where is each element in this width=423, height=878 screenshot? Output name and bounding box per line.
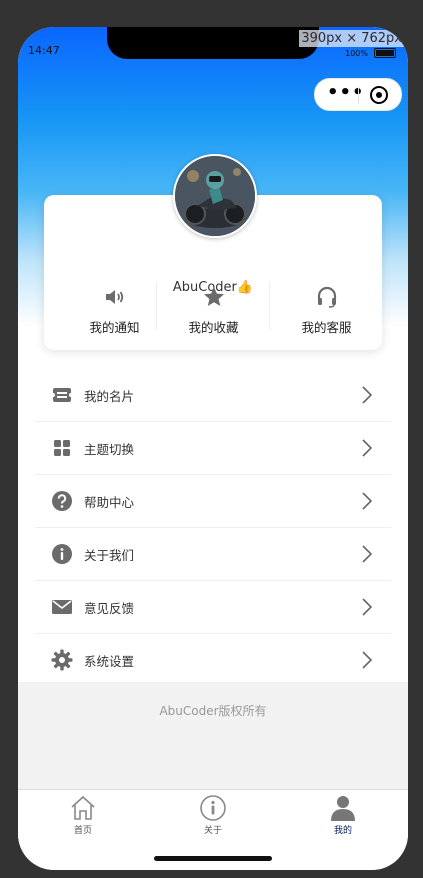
quick-action-favorites[interactable]: 我的收藏 bbox=[157, 285, 270, 345]
chevron-right-icon bbox=[362, 598, 373, 616]
gear-icon bbox=[51, 649, 73, 671]
tab-label: 关于 bbox=[203, 826, 222, 836]
mail-icon bbox=[51, 596, 73, 618]
avatar-photo-icon bbox=[175, 156, 255, 236]
user-icon bbox=[331, 796, 355, 821]
quick-action-notifications[interactable]: 我的通知 bbox=[58, 285, 171, 345]
menu-item-label: 主题切换 bbox=[84, 442, 135, 457]
settings-menu: 我的名片 主题切换 帮助中心 关于我们 意见反馈 系统设置 bbox=[35, 369, 391, 686]
miniprogram-capsule[interactable]: ••• bbox=[314, 78, 402, 111]
menu-item-label: 系统设置 bbox=[84, 654, 135, 669]
footer-area: AbuCoder版权所有 bbox=[18, 682, 408, 790]
menu-item-settings[interactable]: 系统设置 bbox=[35, 634, 391, 686]
tab-mine[interactable]: 我的 bbox=[278, 794, 408, 836]
battery-icon bbox=[374, 48, 396, 58]
tab-label: 首页 bbox=[73, 826, 92, 836]
headset-icon bbox=[270, 285, 383, 309]
quick-action-label: 我的客服 bbox=[301, 320, 352, 335]
star-icon bbox=[157, 285, 270, 309]
home-indicator bbox=[154, 856, 272, 861]
tab-home[interactable]: 首页 bbox=[18, 794, 148, 836]
quick-action-label: 我的收藏 bbox=[188, 320, 239, 335]
menu-item-help[interactable]: 帮助中心 bbox=[35, 475, 391, 528]
chevron-right-icon bbox=[362, 492, 373, 510]
chevron-right-icon bbox=[362, 439, 373, 457]
menu-item-about[interactable]: 关于我们 bbox=[35, 528, 391, 581]
menu-item-label: 意见反馈 bbox=[84, 601, 135, 616]
info-circle-icon bbox=[200, 795, 226, 821]
menu-item-label: 帮助中心 bbox=[84, 495, 135, 510]
close-target-icon[interactable] bbox=[370, 86, 388, 104]
avatar[interactable] bbox=[173, 154, 257, 238]
speaker-icon bbox=[58, 285, 171, 309]
question-icon bbox=[51, 490, 73, 512]
quick-action-support[interactable]: 我的客服 bbox=[270, 285, 383, 345]
menu-item-business-card[interactable]: 我的名片 bbox=[35, 369, 391, 422]
quick-action-label: 我的通知 bbox=[89, 320, 140, 335]
menu-item-label: 我的名片 bbox=[84, 389, 135, 404]
chevron-right-icon bbox=[362, 386, 373, 404]
home-icon bbox=[71, 795, 95, 820]
dimension-overlay: 390px × 762px bbox=[299, 30, 404, 47]
status-time: 14:47 bbox=[28, 44, 60, 57]
device-notch bbox=[107, 27, 319, 59]
info-icon bbox=[51, 543, 73, 565]
chevron-right-icon bbox=[362, 545, 373, 563]
capsule-divider bbox=[358, 87, 359, 103]
battery-percent: 100% bbox=[345, 49, 368, 58]
menu-item-label: 关于我们 bbox=[84, 548, 135, 563]
menu-item-feedback[interactable]: 意见反馈 bbox=[35, 581, 391, 634]
copyright-text: AbuCoder版权所有 bbox=[159, 704, 267, 718]
card-icon bbox=[51, 384, 73, 406]
grid-icon bbox=[51, 437, 73, 459]
tab-about[interactable]: 关于 bbox=[148, 794, 278, 836]
chevron-right-icon bbox=[362, 651, 373, 669]
tab-label: 我的 bbox=[333, 826, 352, 836]
phone-screen: 14:47 100% 390px × 762px ••• AbuCoder👍 我… bbox=[18, 27, 408, 870]
menu-item-theme[interactable]: 主题切换 bbox=[35, 422, 391, 475]
